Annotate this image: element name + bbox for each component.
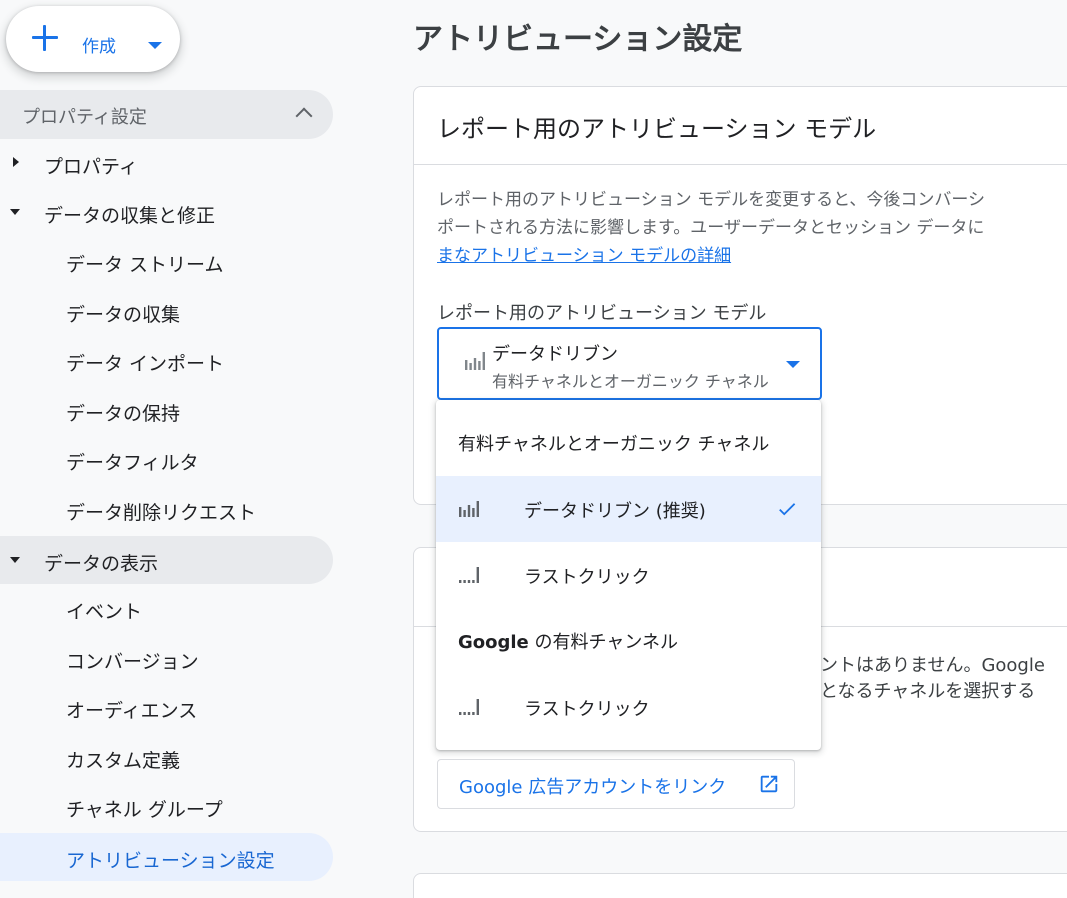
sidebar-item-label: データ削除リクエスト xyxy=(66,502,257,524)
sidebar-item-label: イベント xyxy=(66,601,143,623)
sidebar-item-data-collection-modification[interactable]: データの収集と修正 xyxy=(0,188,333,236)
dropdown-group-google-paid: Google の有料チャンネル xyxy=(458,628,678,654)
divider xyxy=(414,164,1067,165)
sidebar-item-property[interactable]: プロパティ xyxy=(0,139,333,187)
sidebar-item-conversions[interactable]: コンバージョン xyxy=(0,634,333,682)
sidebar-item-channel-groups[interactable]: チャネル グループ xyxy=(0,782,333,830)
sidebar-item-label: チャネル グループ xyxy=(66,799,223,821)
expand-down-icon xyxy=(10,557,20,563)
attribution-model-details-link[interactable]: まなアトリビューション モデルの詳細 xyxy=(437,246,731,266)
sidebar-item-label: アトリビューション設定 xyxy=(66,850,275,872)
sidebar-item-label: データの収集と修正 xyxy=(44,205,216,227)
sidebar-item-data-deletion-requests[interactable]: データ削除リクエスト xyxy=(0,485,333,533)
sidebar-item-label: データの収集 xyxy=(66,304,181,326)
create-button-label: 作成 xyxy=(82,37,116,57)
ads-description-line-2: 象となるチャネルを選択する xyxy=(802,681,1036,702)
sidebar-item-attribution-settings[interactable]: アトリビューション設定 xyxy=(0,833,333,881)
attribution-model-select[interactable]: データドリブン 有料チャネルとオーガニック チャネル xyxy=(437,327,822,400)
dropdown-group-paid-organic: 有料チャネルとオーガニック チャネル xyxy=(458,434,770,455)
plus-icon xyxy=(32,25,58,51)
option-data-driven[interactable]: データドリブン (推奨) xyxy=(436,476,821,542)
sidebar-item-data-import[interactable]: データ インポート xyxy=(0,336,333,384)
link-google-ads-button[interactable]: Google 広告アカウントをリンク xyxy=(437,759,795,809)
link-google-ads-label: Google 広告アカウントをリンク xyxy=(459,777,727,798)
expand-down-icon xyxy=(10,209,20,215)
expand-right-icon xyxy=(13,157,19,167)
caret-down-icon xyxy=(148,42,162,49)
sidebar-item-data-filters[interactable]: データフィルタ xyxy=(0,435,333,483)
last-click-bars-icon xyxy=(459,567,479,583)
description-line-2: ポートされる方法に影響します。ユーザーデータとセッション データに xyxy=(437,218,985,238)
sidebar-item-label: データの表示 xyxy=(44,553,159,575)
sidebar-item-label: プロパティ xyxy=(44,156,138,178)
sidebar-item-custom-definitions[interactable]: カスタム定義 xyxy=(0,733,333,781)
data-driven-bars-icon xyxy=(459,501,479,517)
sidebar-item-label: データ ストリーム xyxy=(66,254,224,276)
sidebar-item-label: オーディエンス xyxy=(66,700,198,722)
sidebar-item-events[interactable]: イベント xyxy=(0,584,333,632)
section-header-label: プロパティ設定 xyxy=(22,107,147,128)
sidebar-item-label: カスタム定義 xyxy=(66,750,181,772)
open-in-new-icon xyxy=(760,775,778,793)
sidebar-item-data-collection[interactable]: データの収集 xyxy=(0,287,333,335)
check-icon xyxy=(779,503,796,516)
sidebar-item-data-display[interactable]: データの表示 xyxy=(0,536,333,584)
option-google-last-click[interactable]: ラストクリック xyxy=(436,674,821,740)
option-label: ラストクリック xyxy=(524,699,650,720)
card-title: レポート用のアトリビューション モデル xyxy=(437,115,877,143)
sidebar: 作成 プロパティ設定 プロパティ データの収集と修正 データ ストリーム データ… xyxy=(0,0,340,898)
google-brand-text: Google xyxy=(458,632,529,653)
sidebar-item-data-retention[interactable]: データの保持 xyxy=(0,386,333,434)
option-label: ラストクリック xyxy=(524,567,650,588)
data-driven-bars-icon xyxy=(465,352,485,370)
option-last-click[interactable]: ラストクリック xyxy=(436,542,821,608)
sidebar-item-label: データの保持 xyxy=(66,403,181,425)
selected-model-label: データドリブン xyxy=(492,344,618,365)
description-line-1: レポート用のアトリビューション モデルを変更すると、今後コンバーシ xyxy=(437,190,986,210)
sidebar-item-data-streams[interactable]: データ ストリーム xyxy=(0,237,333,285)
section-header-property-settings[interactable]: プロパティ設定 xyxy=(0,90,333,139)
create-button[interactable]: 作成 xyxy=(6,6,180,72)
last-click-bars-icon xyxy=(459,699,479,715)
card-description: レポート用のアトリビューション モデルを変更すると、今後コンバーシ ポートされる… xyxy=(437,186,1067,270)
sidebar-item-label: データ インポート xyxy=(66,353,225,375)
next-card xyxy=(413,873,1067,898)
sidebar-item-label: データフィルタ xyxy=(66,452,199,474)
sidebar-item-label: コンバージョン xyxy=(66,651,199,673)
attribution-model-field-label: レポート用のアトリビューション モデル xyxy=(437,303,767,324)
page-title: アトリビューション設定 xyxy=(413,22,743,57)
option-label: データドリブン (推奨) xyxy=(524,501,706,522)
attribution-model-dropdown: 有料チャネルとオーガニック チャネル データドリブン (推奨) ラストクリック … xyxy=(436,400,821,750)
ads-description-line-1: ウントはありません。Google xyxy=(802,655,1045,676)
selected-model-group: 有料チャネルとオーガニック チャネル xyxy=(492,372,769,391)
chevron-up-icon xyxy=(295,107,313,125)
dropdown-group-label-rest: の有料チャンネル xyxy=(528,632,678,653)
caret-down-icon xyxy=(786,361,800,368)
sidebar-item-audiences[interactable]: オーディエンス xyxy=(0,683,333,731)
